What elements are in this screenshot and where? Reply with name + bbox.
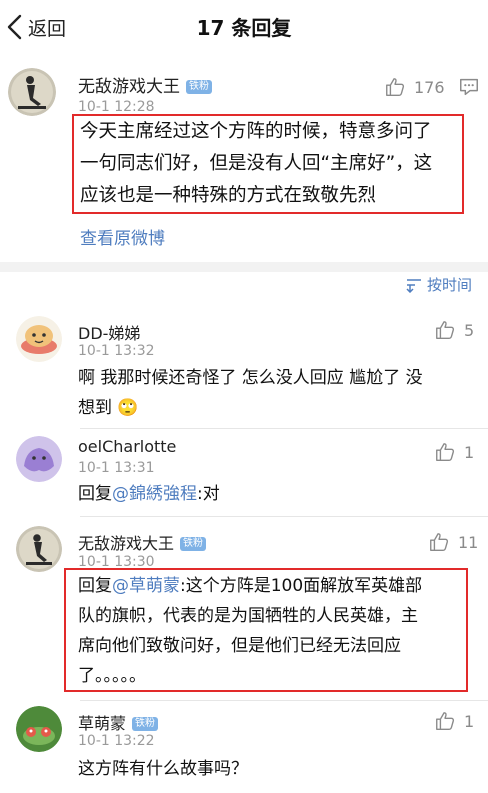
like-count: 1 — [464, 711, 475, 731]
view-original-link[interactable]: 查看原微博 — [80, 224, 165, 249]
reply-line: 队的旗帜，代表的是为国牺牲的人民英雄，主 — [78, 606, 418, 626]
reply-prefix: 回复 — [78, 576, 112, 596]
like-button[interactable]: 1 — [434, 441, 474, 463]
avatar[interactable] — [16, 436, 62, 482]
sort-bar: 按时间 — [0, 272, 488, 302]
avatar[interactable] — [8, 68, 56, 116]
username[interactable]: 无敌游戏大王 铁粉 — [78, 530, 207, 554]
reply-content: 这方阵有什么故事吗？ — [78, 754, 474, 784]
thumb-up-icon — [436, 321, 455, 339]
thumb-up-icon — [436, 712, 455, 730]
thumb-up-icon — [430, 533, 449, 551]
post-time: 10-1 12:28 — [78, 99, 155, 115]
username[interactable]: DD-娣娣 — [78, 320, 140, 344]
divider — [80, 428, 488, 429]
avatar[interactable] — [16, 706, 62, 752]
thumb-up-icon — [386, 78, 405, 96]
mention-link[interactable]: @草萌蒙 — [112, 576, 180, 596]
reply-line: 这方阵有什么故事吗？ — [78, 759, 248, 779]
like-button[interactable]: 11 — [428, 531, 478, 553]
divider — [80, 516, 488, 517]
reply-prefix: 回复 — [78, 484, 112, 504]
avatar[interactable] — [16, 316, 62, 362]
username[interactable]: oelCharlotte — [78, 437, 176, 456]
section-divider — [0, 262, 488, 272]
reply-time: 10-1 13:32 — [78, 343, 155, 359]
comment-icon[interactable] — [458, 76, 480, 98]
reply-time: 10-1 13:31 — [78, 460, 155, 476]
divider — [80, 700, 488, 701]
mention-link[interactable]: @錦綉強程 — [112, 484, 197, 504]
like-count: 11 — [458, 532, 479, 552]
reply-text: :对 — [197, 484, 220, 504]
sort-label: 按时间 — [426, 276, 472, 294]
username-text[interactable]: 草萌蒙 — [78, 714, 126, 733]
like-button[interactable]: 5 — [434, 319, 474, 341]
page-title: 17 条回复 — [196, 16, 292, 40]
post-line: 今天主席经过这个方阵的时候，特意多问了 — [80, 121, 432, 142]
reply-line: 啊 我那时候还奇怪了 怎么没人回应 尴尬了 没 — [78, 368, 423, 388]
like-count: 1 — [464, 442, 475, 462]
post-line: 一句同志们好，但是没有人回“主席好”，这 — [80, 153, 433, 174]
reply-content: 啊 我那时候还奇怪了 怎么没人回应 尴尬了 没 想到 🙄 — [78, 363, 474, 423]
fan-badge: 铁粉 — [180, 537, 207, 551]
username-text[interactable]: 无敌游戏大王 — [78, 77, 180, 97]
top-nav-bar: 返回 17 条回复 — [0, 0, 488, 54]
like-button[interactable]: 176 — [384, 76, 445, 98]
thumb-up-icon — [436, 443, 455, 461]
like-button[interactable]: 1 — [434, 710, 474, 732]
reply-content: 回复@草萌蒙:这个方阵是100面解放军英雄部 队的旗帜，代表的是为国牺牲的人民英… — [78, 571, 464, 691]
emoji-icon: 🙄 — [117, 398, 139, 418]
post-content: 今天主席经过这个方阵的时候，特意多问了 一句同志们好，但是没有人回“主席好”，这… — [80, 116, 464, 212]
username-text[interactable]: 无敌游戏大王 — [78, 534, 174, 553]
reply-line: 回复@草萌蒙:这个方阵是100面解放军英雄部 — [78, 571, 464, 601]
reply-line: 席向他们致敬问好，但是他们已经无法回应 — [78, 636, 401, 656]
main-post: 无敌游戏大王 铁粉 10-1 12:28 176 今天主席经过这个方阵的时候，特意… — [0, 54, 488, 262]
fan-badge: 铁粉 — [186, 80, 212, 94]
username[interactable]: 草萌蒙 铁粉 — [78, 710, 159, 734]
reply-line: 了。。。。。 — [78, 666, 146, 686]
reply-content: 回复@錦綉強程:对 — [78, 479, 474, 509]
sort-icon — [406, 278, 421, 293]
post-line: 应该也是一种特殊的方式在致敬先烈 — [80, 185, 377, 206]
reply-time: 10-1 13:22 — [78, 733, 155, 749]
reply-line-text: 想到 — [78, 398, 112, 418]
fan-badge: 铁粉 — [132, 717, 159, 731]
reply-line: 想到 🙄 — [78, 393, 474, 423]
like-count: 5 — [464, 320, 475, 340]
avatar[interactable] — [16, 526, 62, 572]
reply-text: :这个方阵是100面解放军英雄部 — [180, 576, 423, 596]
sort-button[interactable]: 按时间 — [405, 274, 472, 295]
like-count: 176 — [414, 77, 445, 97]
username[interactable]: 无敌游戏大王 铁粉 — [78, 72, 212, 97]
